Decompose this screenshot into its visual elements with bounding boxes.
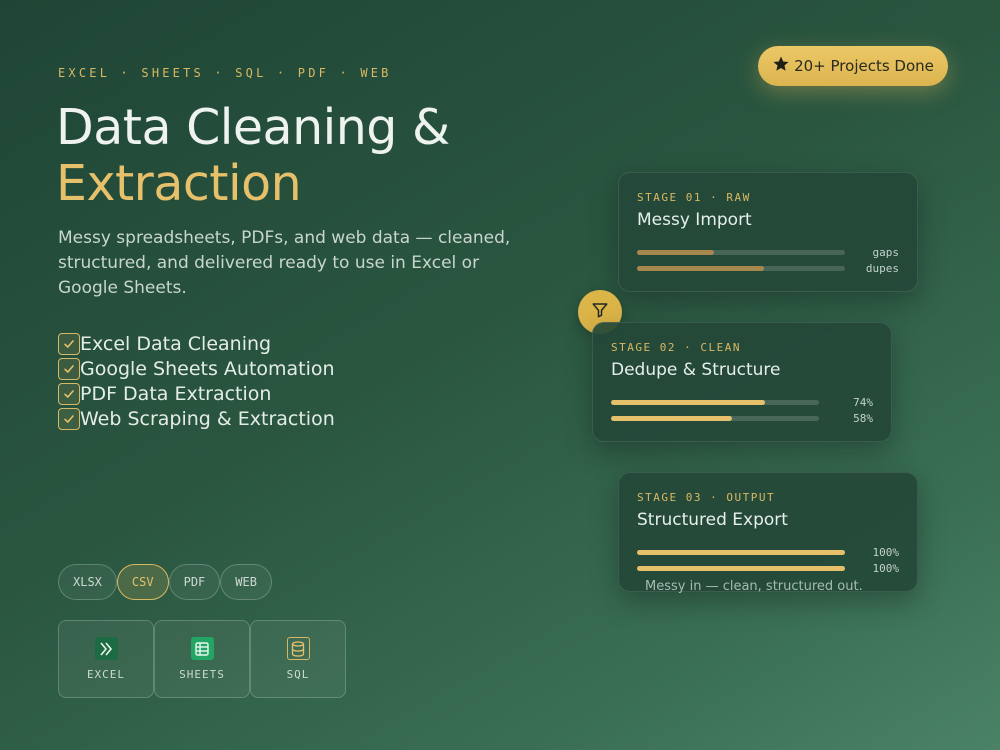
page-title: Data Cleaning & Extraction <box>56 100 450 212</box>
eyebrow: EXCEL · SHEETS · SQL · PDF · WEB <box>58 66 392 80</box>
subtitle: Messy spreadsheets, PDFs, and web data —… <box>58 228 511 298</box>
progress-fill <box>611 399 765 405</box>
progress-track <box>637 249 845 255</box>
chip-pdf[interactable]: PDF <box>168 564 221 600</box>
tile-excel[interactable]: EXCEL <box>58 620 154 698</box>
stage-title: Messy Import <box>637 210 752 230</box>
tile-label: SQL <box>286 668 310 681</box>
stage-label: STAGE 03 · OUTPUT <box>637 491 776 504</box>
progress-fill <box>637 549 845 555</box>
feature-label: Excel Data Cleaning <box>80 332 272 355</box>
projects-badge: 20+ Projects Done <box>758 46 948 86</box>
stage-card-output: STAGE 03 · OUTPUT Structured Export 100%… <box>618 472 918 592</box>
feature-list: Excel Data Cleaning Google Sheets Automa… <box>58 331 335 431</box>
badge-label: 20+ Projects Done <box>794 57 934 75</box>
stage-label: STAGE 02 · CLEAN <box>611 341 741 354</box>
progress-row: 100% <box>637 560 899 576</box>
progress-row: gaps <box>637 244 899 260</box>
title-line-1: Data Cleaning & <box>56 99 450 156</box>
stage-title: Dedupe & Structure <box>611 360 781 380</box>
progress-fill <box>611 415 732 421</box>
progress-row: 100% <box>637 544 899 560</box>
progress-fill <box>637 249 714 255</box>
progress-track <box>637 565 845 571</box>
progress-row: 58% <box>611 410 873 426</box>
check-icon <box>58 407 80 430</box>
progress-track <box>637 549 845 555</box>
progress-fill <box>637 565 845 571</box>
tile-label: SHEETS <box>179 668 225 681</box>
tile-label: EXCEL <box>86 668 126 681</box>
feature-label: Google Sheets Automation <box>80 357 335 380</box>
stage-title: Structured Export <box>637 510 788 530</box>
tool-tiles: EXCEL SHEETS SQL <box>58 620 346 698</box>
stage-card-raw: STAGE 01 · RAW Messy Import gaps dupes <box>618 172 918 292</box>
check-icon <box>58 332 80 355</box>
progress-label: 100% <box>872 561 900 575</box>
caption: Messy in — clean, structured out. <box>645 579 863 594</box>
database-icon <box>286 637 310 660</box>
feature-label: Web Scraping & Extraction <box>80 407 335 430</box>
feature-item: Excel Data Cleaning <box>58 331 335 356</box>
chip-web[interactable]: WEB <box>220 564 272 600</box>
feature-label: PDF Data Extraction <box>80 382 272 405</box>
progress-label: 74% <box>853 395 873 409</box>
stage-label: STAGE 01 · RAW <box>637 191 751 204</box>
check-icon <box>58 382 80 405</box>
tile-sql[interactable]: SQL <box>250 620 346 698</box>
title-line-2: Extraction <box>56 155 302 212</box>
progress-label: gaps <box>872 245 900 259</box>
filter-icon <box>591 301 609 323</box>
progress-track <box>611 399 819 405</box>
excel-icon <box>94 637 118 660</box>
stage-card-clean: STAGE 02 · CLEAN Dedupe & Structure 74% … <box>592 322 892 442</box>
progress-row: dupes <box>637 260 899 276</box>
feature-item: PDF Data Extraction <box>58 381 335 406</box>
format-chips: XLSX CSV PDF WEB <box>58 564 272 600</box>
check-icon <box>58 357 80 380</box>
progress-label: dupes <box>865 261 899 275</box>
progress-row: 74% <box>611 394 873 410</box>
feature-item: Web Scraping & Extraction <box>58 406 335 431</box>
progress-fill <box>637 265 764 271</box>
feature-item: Google Sheets Automation <box>58 356 335 381</box>
progress-track <box>611 415 819 421</box>
progress-label: 58% <box>853 411 873 425</box>
progress-track <box>637 265 845 271</box>
sheets-icon <box>190 637 214 660</box>
progress-label: 100% <box>872 545 900 559</box>
star-icon <box>772 55 790 77</box>
chip-xlsx[interactable]: XLSX <box>58 564 117 600</box>
tile-sheets[interactable]: SHEETS <box>154 620 250 698</box>
chip-csv[interactable]: CSV <box>116 564 169 600</box>
